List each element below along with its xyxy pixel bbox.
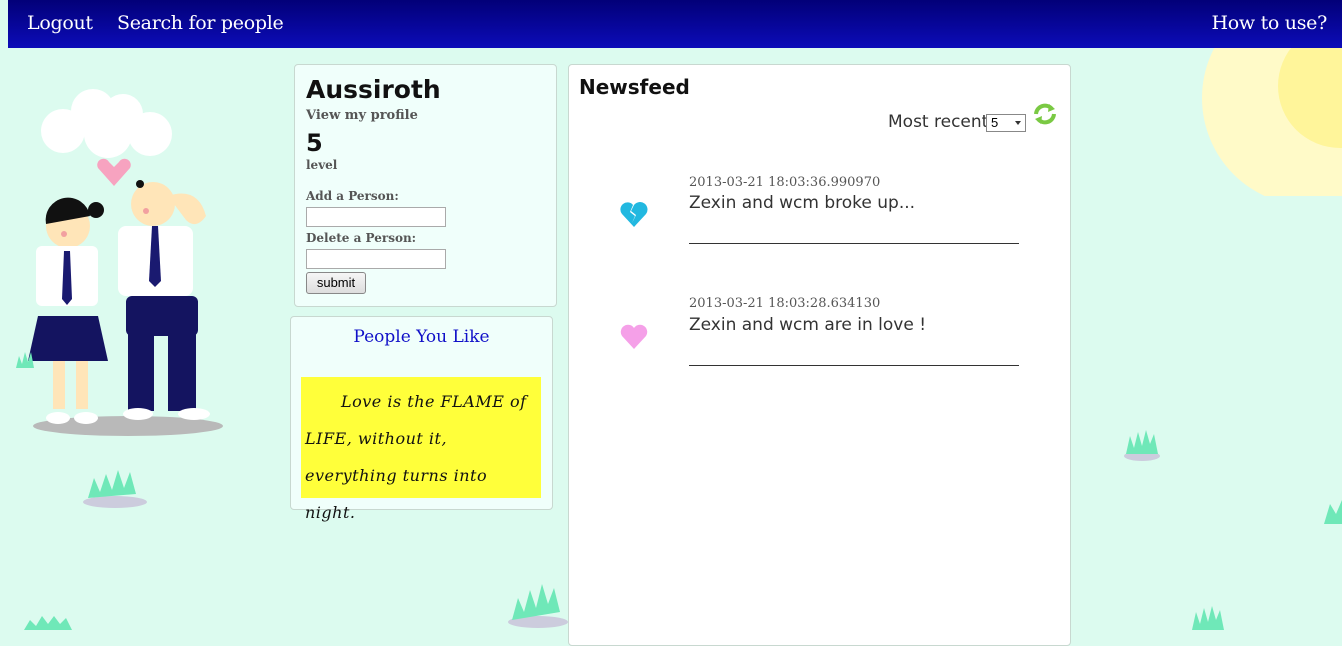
most-recent-select[interactable]: 5 [986,114,1026,132]
love-quote: Love is the FLAME of LIFE, without it, e… [305,392,527,522]
entry-divider [689,365,1019,366]
level-label: level [306,158,338,172]
logout-link[interactable]: Logout [27,12,93,34]
username-heading: Aussiroth [306,75,441,104]
heart-icon [620,324,648,349]
view-profile-link[interactable]: View my profile [306,108,418,123]
entry-text: Zexin and wcm broke up... [689,193,916,213]
how-to-use-link[interactable]: How to use? [1211,12,1327,34]
couple-illustration [28,89,223,436]
search-people-link[interactable]: Search for people [117,12,284,34]
most-recent-label: Most recent [888,112,989,132]
newsfeed-title: Newsfeed [579,75,690,99]
quote-box: Love is the FLAME of LIFE, without it, e… [301,377,541,522]
delete-person-input[interactable] [306,249,446,269]
grass-decoration [1324,500,1342,524]
add-person-label: Add a Person: [306,189,399,203]
grass-decoration [508,584,568,628]
feed-entry: 2013-03-21 18:03:28.634130 Zexin and wcm… [569,295,1070,375]
people-you-like-title: People You Like [353,327,490,347]
top-navbar: Logout Search for people How to use? [8,0,1342,48]
entry-timestamp: 2013-03-21 18:03:36.990970 [689,175,881,190]
grass-decoration [1192,606,1224,630]
most-recent-value: 5 [991,115,999,130]
newsfeed-panel: Newsfeed Most recent 5 2013-03-21 18:03:… [568,64,1071,646]
broken-heart-icon [620,202,648,227]
grass-decoration [1124,430,1160,461]
chevron-down-icon [1015,121,1021,125]
grass-decoration [24,616,72,630]
entry-timestamp: 2013-03-21 18:03:28.634130 [689,296,881,311]
delete-person-label: Delete a Person: [306,231,417,245]
refresh-icon[interactable] [1032,101,1058,127]
entry-text: Zexin and wcm are in love ! [689,315,927,335]
sun-decoration [1202,34,1342,196]
entry-divider [689,243,1019,244]
grass-decoration [83,470,147,508]
add-person-input[interactable] [306,207,446,227]
grass-decoration [16,352,34,368]
profile-card: Aussiroth View my profile 5 level Add a … [294,64,557,307]
submit-button[interactable]: submit [306,272,366,294]
feed-entry: 2013-03-21 18:03:36.990970 Zexin and wcm… [569,173,1070,253]
level-value: 5 [306,129,323,157]
people-you-like-card: People You Like Love is the FLAME of LIF… [290,316,553,522]
